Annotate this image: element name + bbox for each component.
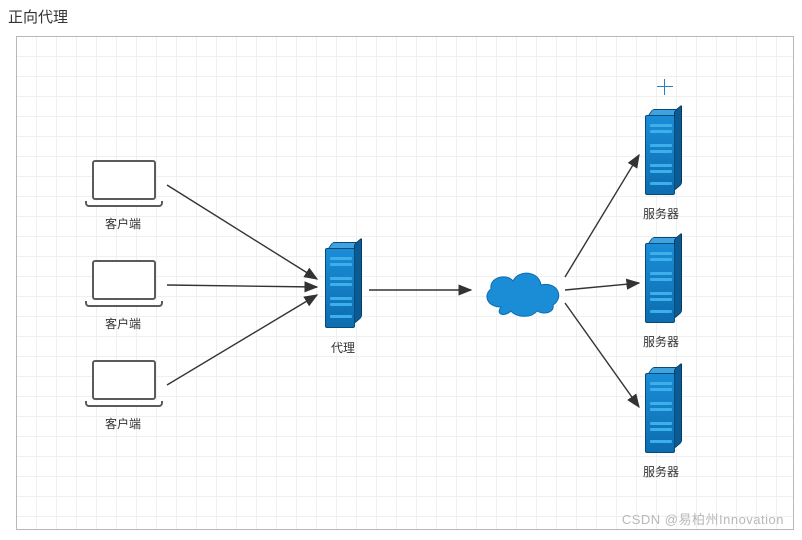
server-label-2: 服务器 (643, 333, 679, 350)
client-laptop-3 (85, 360, 163, 410)
client-laptop-2 (85, 260, 163, 310)
watermark-text: CSDN @易柏州Innovation (622, 509, 784, 528)
client-label-1: 客户端 (105, 215, 141, 232)
server-label-3: 服务器 (643, 463, 679, 480)
proxy-server (325, 242, 363, 330)
server-3 (645, 367, 683, 455)
proxy-label: 代理 (331, 339, 355, 356)
client-label-2: 客户端 (105, 315, 141, 332)
cursor-crosshair (657, 79, 673, 95)
client-laptop-1 (85, 160, 163, 210)
client-label-3: 客户端 (105, 415, 141, 432)
diagram-canvas: 客户端 客户端 客户端 代理 (16, 36, 794, 530)
server-2 (645, 237, 683, 325)
cloud-icon (477, 263, 569, 322)
page-title: 正向代理 (8, 6, 68, 27)
server-label-1: 服务器 (643, 205, 679, 222)
server-1 (645, 109, 683, 197)
